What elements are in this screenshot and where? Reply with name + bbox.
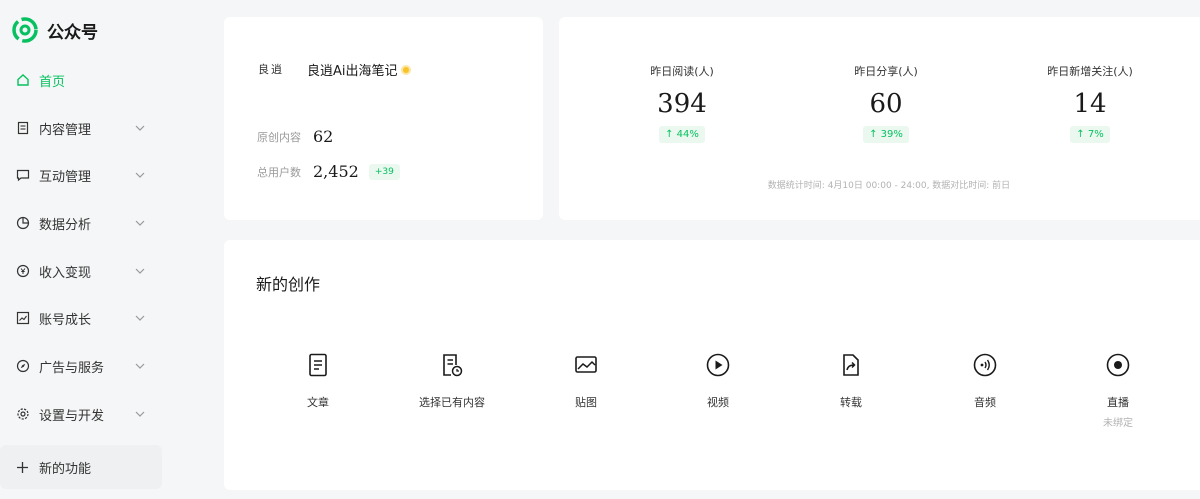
pie-chart-icon	[16, 216, 30, 230]
original-content-value: 62	[313, 127, 334, 146]
existing-content-icon	[443, 354, 463, 377]
avatar[interactable]: 良逍	[258, 61, 300, 77]
create-item-label: 直播	[1107, 396, 1129, 409]
create-live-button[interactable]: 直播 未绑定	[1058, 352, 1178, 429]
stat-label: 昨日阅读(人)	[650, 65, 714, 78]
stat-new-follows[interactable]: 昨日新增关注(人) 14 ↑ 7%	[1015, 63, 1165, 143]
sidebar-item-label: 内容管理	[39, 122, 92, 138]
sidebar-item-home[interactable]: 首页	[0, 60, 162, 100]
chevron-down-icon	[135, 363, 145, 369]
sidebar-item-interaction[interactable]: 互动管理	[0, 155, 162, 195]
total-users-label: 总用户数	[257, 165, 301, 179]
account-name[interactable]: 良逍Ai出海笔记	[307, 60, 411, 79]
original-content-row: 原创内容 62	[257, 127, 333, 146]
image-icon	[575, 356, 597, 373]
stat-value: 394	[657, 89, 707, 119]
create-item-label: 视频	[707, 396, 729, 409]
section-title: 新的创作	[256, 275, 321, 294]
create-repost-button[interactable]: 转载	[791, 352, 911, 410]
sidebar-item-ads[interactable]: 广告与服务	[0, 346, 162, 386]
stat-value: 14	[1073, 89, 1107, 119]
create-audio-button[interactable]: 音频	[925, 352, 1045, 410]
comment-icon	[16, 168, 30, 182]
live-icon	[1106, 353, 1130, 377]
new-features-label: 新的功能	[39, 461, 92, 477]
audio-icon	[973, 353, 997, 377]
trend-icon	[16, 311, 30, 325]
chevron-down-icon	[135, 125, 145, 131]
sidebar-item-label: 数据分析	[39, 217, 92, 233]
home-icon	[16, 73, 30, 87]
create-image-post-button[interactable]: 贴图	[526, 352, 646, 410]
stat-label: 昨日新增关注(人)	[1047, 65, 1133, 78]
sidebar-item-settings[interactable]: 设置与开发	[0, 394, 162, 434]
gear-icon	[16, 407, 30, 421]
wechat-mp-logo-icon	[12, 17, 38, 43]
sidebar-item-label: 广告与服务	[39, 360, 105, 376]
account-name-text: 良逍Ai出海笔记	[307, 64, 398, 79]
stat-change-badge: ↑ 44%	[659, 126, 705, 143]
original-content-label: 原创内容	[257, 130, 301, 144]
yen-icon	[16, 264, 30, 278]
users-delta-badge: +39	[368, 163, 400, 180]
sidebar-item-label: 账号成长	[39, 312, 92, 328]
sidebar-item-growth[interactable]: 账号成长	[0, 298, 162, 338]
verified-badge-icon	[400, 64, 411, 75]
app-title: 公众号	[47, 22, 98, 43]
plus-icon	[17, 461, 28, 473]
create-item-label: 音频	[974, 396, 996, 409]
sidebar-item-monetize[interactable]: 收入变现	[0, 251, 162, 291]
chevron-down-icon	[135, 268, 145, 274]
create-article-button[interactable]: 文章	[258, 352, 378, 410]
sidebar-item-label: 设置与开发	[39, 408, 105, 424]
create-item-label: 选择已有内容	[419, 396, 485, 409]
live-unbound-status: 未绑定	[1103, 418, 1133, 429]
sidebar-item-label: 首页	[39, 74, 66, 90]
stat-change-badge: ↑ 39%	[863, 126, 909, 143]
new-features-button[interactable]: 新的功能	[0, 445, 162, 489]
sidebar-item-analytics[interactable]: 数据分析	[0, 203, 162, 243]
app-logo[interactable]: 公众号	[12, 17, 98, 43]
total-users-row: 总用户数 2,452 +39	[257, 162, 400, 181]
article-icon	[309, 353, 327, 377]
stats-time-note: 数据统计时间: 4月10日 00:00 - 24:00, 数据对比时间: 前日	[767, 181, 1011, 191]
stat-reads[interactable]: 昨日阅读(人) 394 ↑ 44%	[607, 63, 757, 143]
chevron-down-icon	[135, 411, 145, 417]
sidebar: 公众号 首页 内容管理 互动管理 数据分析 收入变现 账号成长 广告与服务 设置…	[0, 0, 170, 499]
stat-value: 60	[869, 89, 903, 119]
chevron-down-icon	[135, 220, 145, 226]
video-play-icon	[706, 353, 730, 377]
chevron-down-icon	[135, 315, 145, 321]
stat-label: 昨日分享(人)	[854, 65, 918, 78]
chevron-down-icon	[135, 172, 145, 178]
sidebar-item-content[interactable]: 内容管理	[0, 108, 162, 148]
stats-card: 昨日阅读(人) 394 ↑ 44% 昨日分享(人) 60 ↑ 39% 昨日新增关…	[559, 17, 1200, 220]
total-users-value: 2,452	[313, 162, 359, 181]
sidebar-item-label: 收入变现	[39, 265, 92, 281]
stat-change-badge: ↑ 7%	[1070, 126, 1110, 143]
create-existing-content-button[interactable]: 选择已有内容	[392, 352, 512, 410]
create-item-label: 文章	[307, 396, 329, 409]
stat-shares[interactable]: 昨日分享(人) 60 ↑ 39%	[811, 63, 961, 143]
create-item-label: 转载	[840, 396, 862, 409]
create-video-button[interactable]: 视频	[658, 352, 778, 410]
account-card: 良逍 良逍Ai出海笔记 原创内容 62 总用户数 2,452 +39	[224, 17, 543, 220]
compass-icon	[16, 359, 30, 373]
sidebar-item-label: 互动管理	[39, 169, 92, 185]
create-item-label: 贴图	[575, 396, 597, 409]
new-creation-card: 新的创作 文章 选择已有内容 贴图 视频 转载 音频 直播 未绑定	[224, 240, 1200, 490]
document-icon	[16, 121, 30, 135]
repost-icon	[843, 354, 859, 376]
